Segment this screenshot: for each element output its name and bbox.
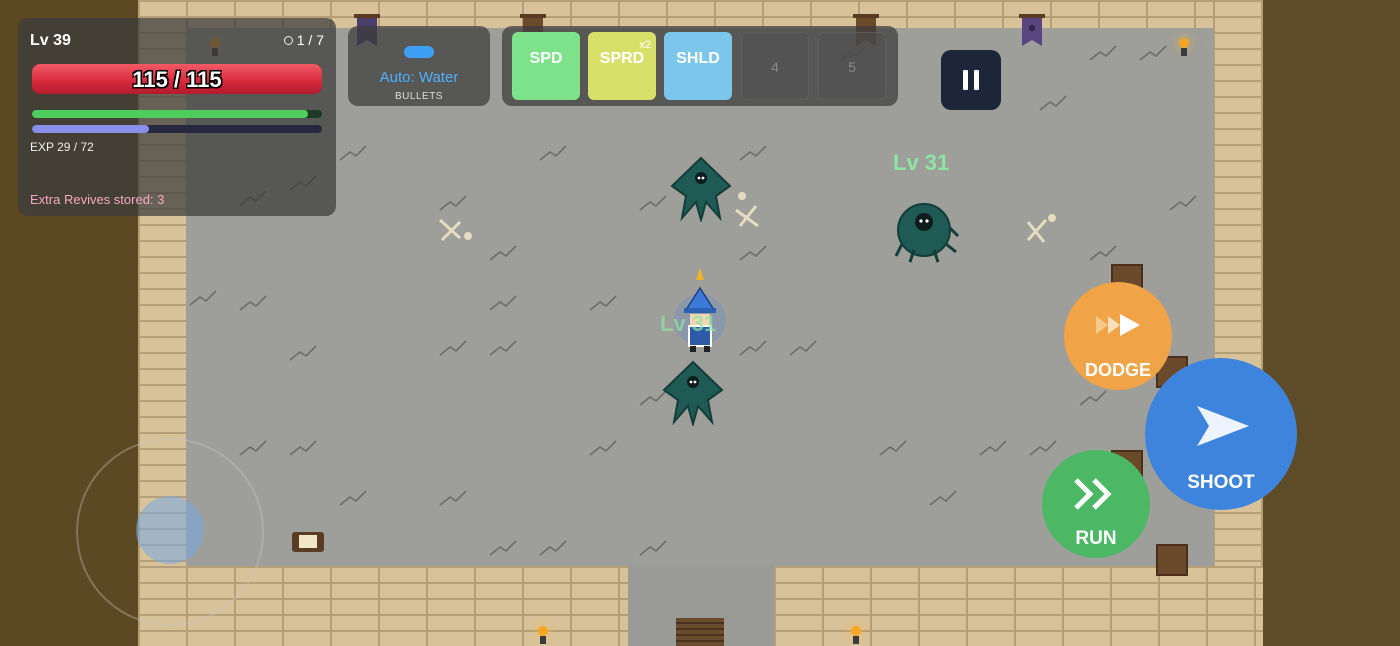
exp-bar-fill bbox=[32, 125, 149, 133]
skill-multiplier: x2 bbox=[639, 39, 651, 51]
shoot-button[interactable]: SHOOT bbox=[1145, 358, 1297, 510]
torch bbox=[850, 626, 862, 646]
player-level: Lv 39 bbox=[30, 32, 71, 49]
skill-slot-4[interactable]: 4 bbox=[741, 32, 809, 100]
skill-label: 5 bbox=[848, 59, 856, 75]
shoot-label: SHOOT bbox=[1187, 472, 1255, 493]
wraith-enemy bbox=[662, 360, 724, 426]
bones-decoration bbox=[735, 192, 759, 228]
book-pickup bbox=[292, 532, 324, 552]
wraith-enemy bbox=[670, 156, 732, 222]
stamina-bar-fill bbox=[32, 110, 308, 118]
pause-icon bbox=[974, 70, 979, 90]
skill-label: SHLD bbox=[676, 50, 720, 67]
paper-plane-icon bbox=[1197, 406, 1249, 446]
banner-decoration bbox=[1019, 14, 1045, 46]
wave-counter: 1 / 7 bbox=[283, 32, 324, 48]
wall-bottom-right bbox=[774, 566, 1263, 646]
skill-slot-shld[interactable]: SHLD bbox=[664, 32, 732, 100]
exp-bar bbox=[32, 125, 322, 133]
weapon-panel[interactable]: Auto: Water BULLETS bbox=[348, 26, 490, 106]
stamina-bar bbox=[32, 110, 322, 118]
stairs bbox=[676, 618, 724, 646]
pause-button[interactable] bbox=[941, 50, 1001, 110]
run-label: RUN bbox=[1075, 528, 1117, 549]
health-bar: 115 / 115 bbox=[32, 64, 322, 94]
wall-right bbox=[1213, 0, 1263, 646]
skill-slot-sprd[interactable]: SPRD x2 bbox=[588, 32, 656, 100]
player-stats-panel: Lv 39 1 / 7 115 / 115 EXP 29 / 72 Extra … bbox=[18, 18, 336, 216]
bones-decoration bbox=[438, 218, 472, 242]
double-arrow-icon bbox=[1096, 314, 1140, 336]
chevrons-right-icon bbox=[1074, 478, 1112, 510]
dodge-button[interactable]: DODGE bbox=[1064, 282, 1172, 390]
spider-enemy bbox=[894, 203, 960, 263]
wave-icon bbox=[283, 36, 293, 45]
joystick-knob[interactable] bbox=[136, 496, 204, 564]
skill-slot-spd[interactable]: SPD bbox=[512, 32, 580, 100]
weapon-name: Auto: Water bbox=[379, 69, 459, 86]
skill-bar: SPD SPRD x2 SHLD 4 5 bbox=[502, 26, 898, 106]
torch bbox=[1178, 38, 1190, 58]
exp-text: EXP 29 / 72 bbox=[30, 140, 94, 154]
player-level-label: Lv 31 bbox=[660, 311, 717, 336]
dodge-label: DODGE bbox=[1084, 360, 1151, 380]
skill-slot-5[interactable]: 5 bbox=[818, 32, 886, 100]
torch bbox=[537, 626, 549, 646]
skill-label: SPD bbox=[529, 50, 563, 67]
outer-void-right bbox=[1263, 0, 1400, 646]
revives-text: Extra Revives stored: 3 bbox=[30, 192, 165, 207]
wave-text: 1 / 7 bbox=[296, 32, 324, 48]
health-text: 115 / 115 bbox=[132, 67, 222, 92]
run-button[interactable]: RUN bbox=[1042, 450, 1150, 558]
bones-decoration bbox=[1026, 214, 1056, 243]
bullet-icon bbox=[404, 46, 434, 58]
crate bbox=[1156, 544, 1188, 576]
weapon-type: BULLETS bbox=[395, 91, 443, 102]
pause-icon bbox=[963, 70, 968, 90]
skill-label: 4 bbox=[771, 59, 779, 75]
skill-label: SPRD bbox=[599, 50, 645, 67]
enemy-level-label: Lv 31 bbox=[893, 150, 950, 175]
